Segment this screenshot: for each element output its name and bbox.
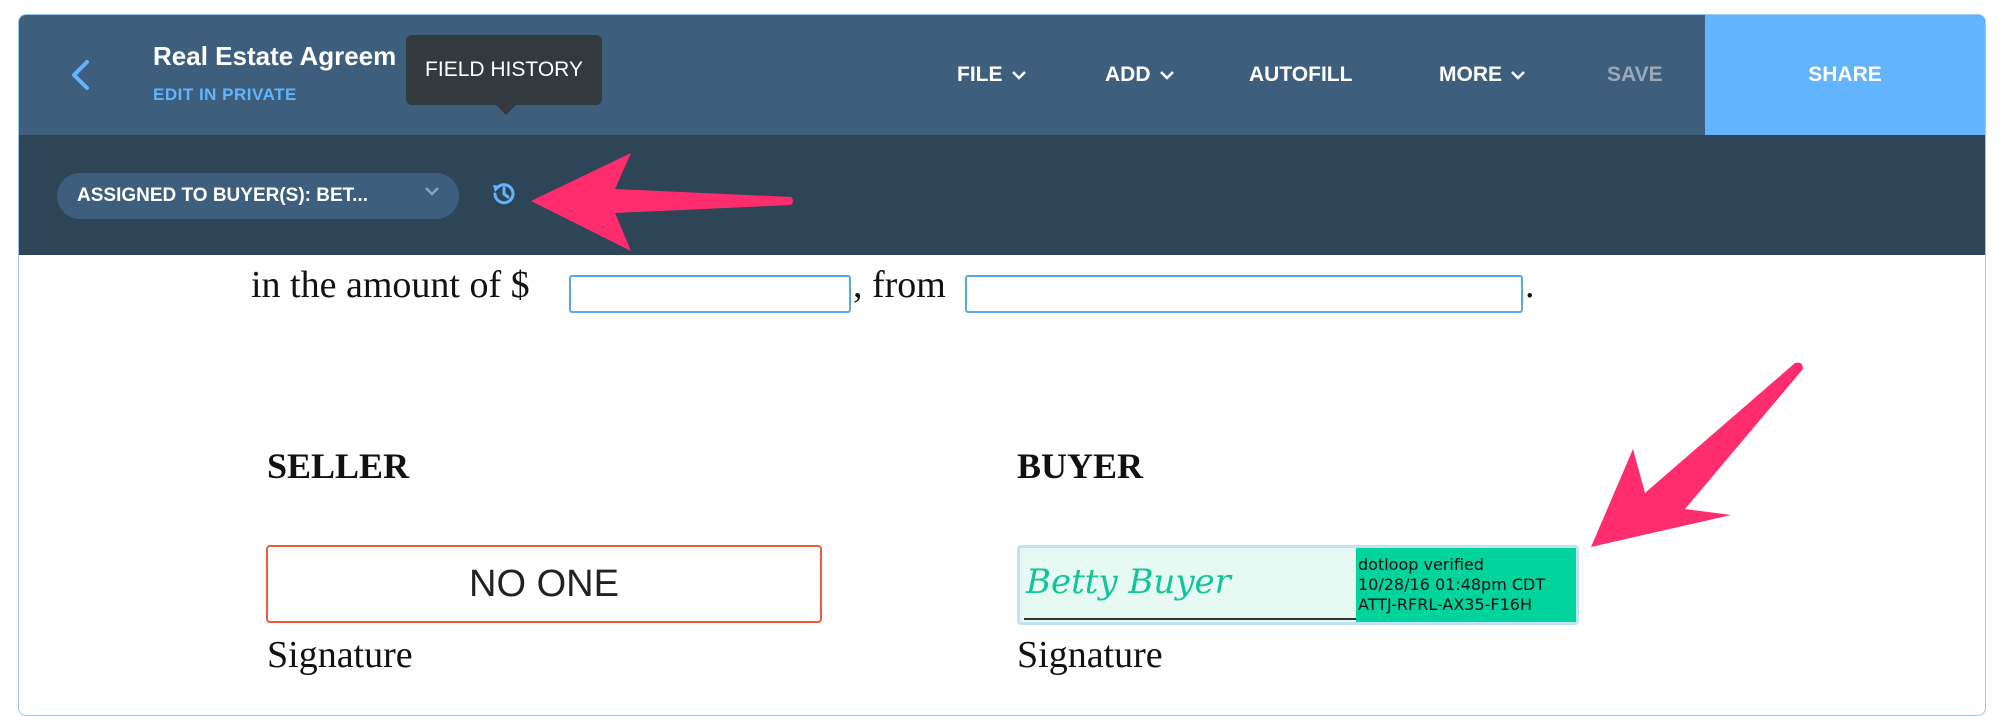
seller-signature-field[interactable]: NO ONE	[266, 545, 822, 623]
seller-heading: SELLER	[267, 446, 410, 486]
buyer-signature-label: Signature	[1017, 634, 1163, 676]
add-menu[interactable]: ADD	[1105, 63, 1175, 87]
assigned-to-dropdown[interactable]: ASSIGNED TO BUYER(S): BET...	[57, 173, 459, 219]
amount-prefix-text: in the amount of $	[251, 264, 530, 306]
from-text: , from	[853, 264, 946, 306]
file-menu[interactable]: FILE	[957, 63, 1027, 87]
chevron-down-icon	[1511, 71, 1525, 80]
annotation-arrow-left	[531, 153, 793, 251]
share-button[interactable]: SHARE	[1705, 15, 1985, 135]
top-toolbar: Real Estate Agreem EDIT IN PRIVATE FIELD…	[19, 15, 1985, 135]
chevron-down-icon	[1011, 71, 1026, 80]
autofill-label: AUTOFILL	[1249, 63, 1353, 86]
amount-sentence: in the amount of $	[251, 263, 530, 307]
period-text: .	[1525, 264, 1535, 306]
signature-underline	[1024, 618, 1358, 620]
verification-line-1: dotloop verified	[1358, 555, 1484, 574]
more-menu-label: MORE	[1439, 63, 1502, 86]
edit-in-private-link[interactable]: EDIT IN PRIVATE	[153, 85, 297, 105]
save-label: SAVE	[1607, 63, 1663, 86]
verification-line-2: 10/28/16 01:48pm CDT	[1358, 575, 1546, 594]
annotation-arrow-diagonal	[1591, 362, 1803, 547]
history-clock-icon[interactable]	[489, 179, 519, 209]
chevron-down-icon	[425, 187, 439, 196]
save-button[interactable]: SAVE	[1607, 63, 1663, 87]
chevron-down-icon	[1159, 71, 1174, 80]
chevron-left-icon	[72, 60, 89, 90]
buyer-signature-name: Betty Buyer	[1026, 562, 1231, 602]
document-title: Real Estate Agreem	[153, 41, 397, 71]
assigned-to-label: ASSIGNED TO BUYER(S): BET...	[77, 185, 369, 206]
back-button[interactable]	[61, 53, 101, 97]
verification-line-3: ATTJ-RFRL-AX35-F16H	[1358, 595, 1533, 614]
file-menu-label: FILE	[957, 63, 1003, 86]
add-menu-label: ADD	[1105, 63, 1151, 86]
from-field[interactable]	[965, 275, 1523, 313]
seller-signature-label: Signature	[267, 634, 413, 676]
buyer-signature-field[interactable]: Betty Buyer dotloop verified 10/28/16 01…	[1017, 545, 1579, 625]
app-window: Real Estate Agreem EDIT IN PRIVATE FIELD…	[18, 14, 1986, 716]
amount-field[interactable]	[569, 275, 851, 313]
buyer-heading: BUYER	[1017, 446, 1144, 486]
more-menu[interactable]: MORE	[1439, 63, 1526, 87]
verification-stamp: dotloop verified 10/28/16 01:48pm CDT AT…	[1356, 548, 1576, 622]
autofill-button[interactable]: AUTOFILL	[1249, 63, 1352, 87]
field-history-tooltip: FIELD HISTORY	[406, 35, 602, 115]
